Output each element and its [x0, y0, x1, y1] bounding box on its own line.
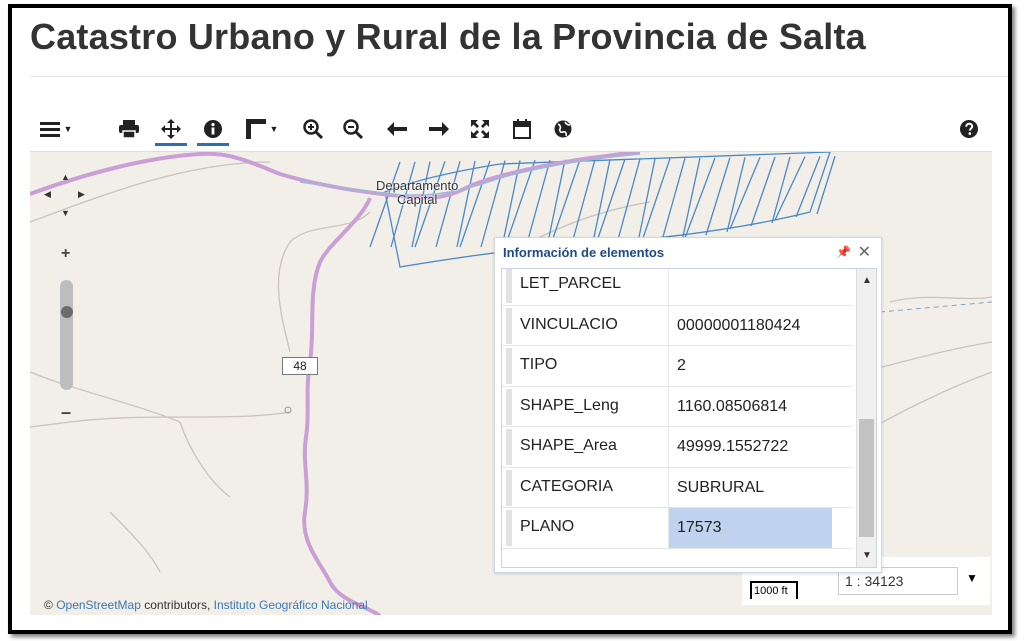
zoom-out-button[interactable] — [340, 112, 366, 146]
zoom-slider[interactable] — [60, 280, 73, 390]
attribute-value: 1160.08506814 — [668, 386, 832, 427]
attribute-value: 00000001180424 — [668, 305, 832, 346]
attribute-table: LET_PARCEL VINCULACIO 00000001180424 TIPO 2 S… — [501, 268, 877, 568]
hamburger-menu-icon — [39, 122, 60, 137]
app-window: Catastro Urbano y Rural de la Provincia … — [8, 4, 1012, 634]
calendar-icon — [513, 119, 531, 139]
attribute-key: SHAPE_Area — [520, 437, 617, 454]
print-button[interactable] — [116, 112, 142, 146]
expand-icon — [471, 120, 489, 138]
arrow-left-icon — [387, 122, 407, 136]
scrollbar[interactable]: ▲ ▼ — [856, 269, 876, 567]
move-icon — [161, 119, 181, 139]
title-divider — [30, 76, 1008, 77]
row-grip — [506, 348, 512, 384]
help-button[interactable] — [956, 112, 982, 146]
zoom-in-icon — [303, 119, 323, 139]
feature-info-panel: Información de elementos 📌 ✕ LET_PARCEL V… — [494, 237, 882, 573]
row-grip — [506, 510, 512, 546]
arrow-right-icon — [429, 122, 449, 136]
attribute-key: CATEGORIA — [520, 477, 614, 495]
attribute-key: VINCULACIO — [520, 315, 618, 333]
print-icon — [119, 120, 139, 138]
forward-button[interactable] — [426, 112, 452, 146]
pan-right-icon[interactable]: ▶ — [78, 189, 85, 200]
scroll-up-icon[interactable]: ▲ — [862, 275, 872, 286]
attribution-text: contributors, — [144, 598, 211, 612]
place-label: Departamento Capital — [376, 178, 459, 207]
help-icon — [960, 120, 978, 138]
table-row[interactable]: SHAPE_Area 49999.1552722 — [502, 427, 852, 468]
scroll-down-icon[interactable]: ▼ — [862, 550, 872, 561]
attribute-value: 2 — [668, 346, 832, 386]
row-grip — [506, 469, 512, 506]
chevron-down-icon[interactable]: ▼ — [966, 571, 978, 585]
pin-icon[interactable]: 📌 — [836, 245, 851, 259]
attribute-value: 49999.1552722 — [668, 427, 832, 467]
zoom-in-button[interactable] — [300, 112, 326, 146]
attribute-value: 17573 — [668, 508, 832, 548]
zoom-out-icon — [343, 119, 363, 139]
panel-title: Información de elementos — [503, 245, 665, 260]
pan-button[interactable] — [155, 112, 187, 146]
ign-link[interactable]: Instituto Geográfico Nacional — [214, 598, 368, 612]
close-icon[interactable]: ✕ — [858, 242, 871, 262]
page-title: Catastro Urbano y Rural de la Provincia … — [30, 16, 866, 57]
full-extent-button[interactable] — [467, 112, 493, 146]
info-button[interactable] — [197, 112, 229, 146]
panel-header: Información de elementos 📌 ✕ — [495, 238, 881, 266]
table-row[interactable]: SHAPE_Leng 1160.08506814 — [502, 386, 852, 427]
pan-up-icon[interactable]: ▲ — [61, 172, 70, 182]
attribute-key: PLANO — [520, 518, 575, 535]
table-row[interactable]: CATEGORIA SUBRURAL — [502, 467, 852, 508]
table-row[interactable]: LET_PARCEL — [502, 269, 852, 306]
attribute-key: TIPO — [520, 356, 558, 373]
info-icon — [204, 120, 222, 138]
row-grip — [506, 269, 512, 303]
zoom-slider-handle[interactable] — [61, 306, 73, 318]
globe-icon — [554, 120, 572, 138]
attribute-key: LET_PARCEL — [520, 275, 622, 292]
table-row[interactable]: VINCULACIO 00000001180424 — [502, 305, 852, 346]
pan-control: ▲ ◀ ▶ ▼ — [40, 172, 90, 222]
table-row[interactable]: TIPO 2 — [502, 346, 852, 387]
globe-button[interactable] — [550, 112, 576, 146]
row-grip — [506, 307, 512, 344]
map-attribution: © OpenStreetMap contributors, Instituto … — [44, 598, 368, 612]
back-button[interactable] — [384, 112, 410, 146]
chevron-down-icon: ▼ — [269, 124, 279, 134]
osm-link[interactable]: OpenStreetMap — [56, 598, 141, 612]
attribute-value — [668, 269, 832, 305]
map-toolbar: ▼ ▼ — [30, 112, 992, 152]
table-row[interactable]: PLANO 17573 — [502, 508, 852, 549]
measure-ruler-icon — [245, 119, 266, 139]
chevron-down-icon: ▼ — [63, 124, 73, 134]
attribute-key: SHAPE_Leng — [520, 396, 619, 414]
pan-down-icon[interactable]: ▼ — [61, 208, 70, 218]
zoom-plus-icon[interactable]: + — [61, 245, 70, 263]
attribute-rows: LET_PARCEL VINCULACIO 00000001180424 TIPO 2 S… — [502, 269, 852, 549]
scrollbar-thumb[interactable] — [859, 419, 874, 537]
row-grip — [506, 388, 512, 425]
attribute-value: SUBRURAL — [668, 467, 832, 508]
measure-button[interactable]: ▼ — [240, 112, 284, 146]
row-grip — [506, 429, 512, 465]
menu-button[interactable]: ▼ — [36, 112, 76, 146]
calendar-button[interactable] — [509, 112, 535, 146]
route-shield: 48 — [282, 357, 318, 375]
scale-bar-label: 1000 ft — [754, 585, 788, 597]
zoom-minus-icon[interactable]: – — [61, 402, 71, 423]
pan-left-icon[interactable]: ◀ — [44, 189, 51, 200]
